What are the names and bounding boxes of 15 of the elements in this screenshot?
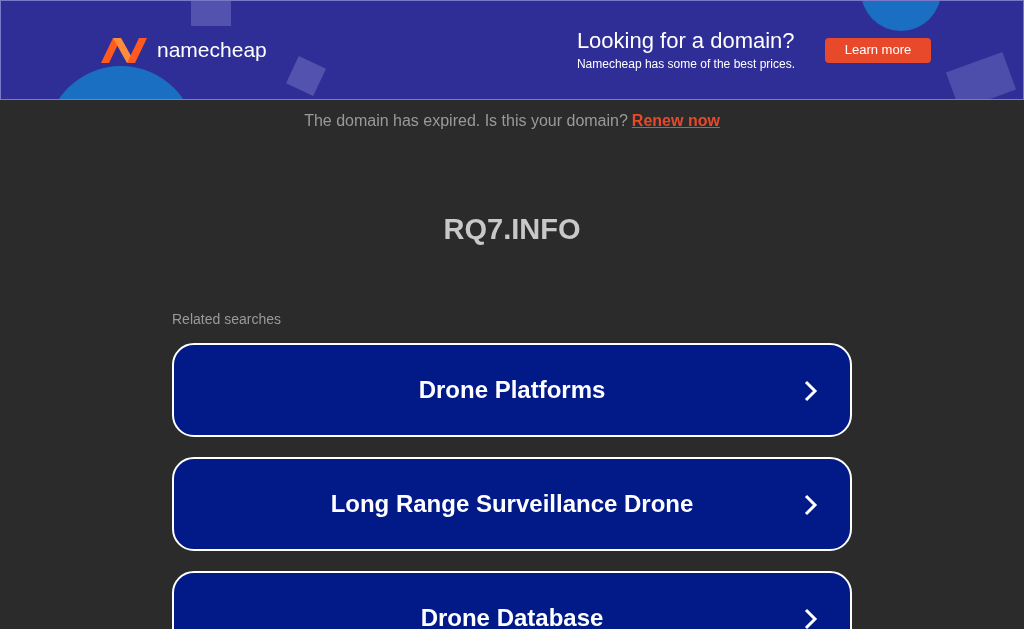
- related-search-link[interactable]: Long Range Surveillance Drone: [172, 456, 852, 551]
- expired-notice: The domain has expired. Is this your domain?: [304, 111, 628, 131]
- chevron-right-icon: [804, 379, 818, 402]
- banner-subline: Namecheap has some of the best prices.: [576, 55, 795, 73]
- domain-title: RQ7.INFO: [442, 212, 582, 247]
- chevron-right-icon: [804, 607, 818, 629]
- logo-icon: [99, 35, 149, 65]
- related-search-link[interactable]: Drone Platforms: [172, 342, 852, 437]
- renew-now-link[interactable]: Renew now: [631, 109, 720, 133]
- learn-more-button[interactable]: Learn more: [825, 37, 931, 63]
- banner-headline: Looking for a domain?: [576, 27, 795, 55]
- brand-name: namecheap: [157, 37, 267, 64]
- chevron-right-icon: [804, 493, 818, 516]
- related-searches-heading: Related searches: [172, 309, 282, 329]
- related-search-link[interactable]: Drone Database: [172, 570, 852, 629]
